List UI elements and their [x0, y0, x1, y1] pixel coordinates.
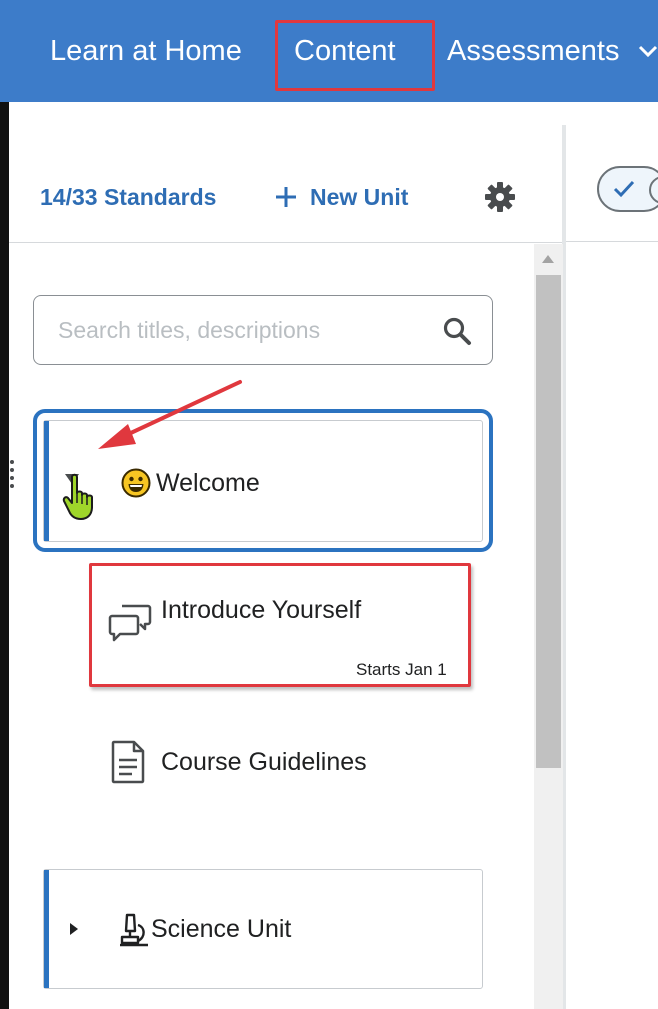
start-date-label: Starts Jan 1 [356, 660, 447, 679]
content-highlight-box [275, 20, 435, 91]
drag-handle-icon[interactable] [9, 458, 15, 490]
nav-assessments[interactable]: Assessments [447, 28, 619, 74]
hand-pointer-icon [62, 473, 93, 520]
checkmark-icon [613, 180, 635, 198]
red-arrow-icon [98, 380, 242, 449]
scroll-up-icon[interactable] [541, 254, 555, 264]
unit-accent-bar [44, 870, 49, 988]
discussion-icon [108, 604, 152, 642]
plus-icon [276, 187, 296, 207]
window-frame-left [0, 102, 9, 1009]
search-box [33, 295, 493, 365]
top-navigation-bar: Learn at Home Content Assessments [0, 0, 658, 102]
toggle-knob [649, 176, 658, 204]
unit-title: Science Unit [151, 915, 292, 943]
microscope-icon [120, 913, 148, 947]
search-icon[interactable] [442, 316, 472, 346]
nav-learn-at-home[interactable]: Learn at Home [50, 28, 242, 74]
unit-title: Welcome [156, 469, 260, 497]
smiley-icon [121, 468, 151, 498]
document-icon [111, 740, 145, 784]
topic-title[interactable]: Introduce Yourself [161, 592, 361, 628]
topic-title[interactable]: Course Guidelines [161, 744, 367, 780]
new-unit-label: New Unit [310, 183, 409, 210]
app-window: Learn at Home Content Assessments 14/33 … [0, 0, 658, 1009]
standards-link[interactable]: 14/33 Standards [40, 180, 216, 214]
gear-icon[interactable] [484, 181, 516, 213]
chevron-down-icon[interactable] [637, 40, 658, 62]
caret-right-icon[interactable] [69, 922, 79, 936]
search-input[interactable] [58, 310, 428, 350]
unit-accent-bar [44, 421, 49, 541]
right-pane-divider [566, 241, 658, 242]
scrollbar-thumb[interactable] [536, 275, 561, 768]
completion-toggle[interactable] [597, 166, 658, 212]
panel-divider [9, 242, 562, 243]
new-unit-button[interactable]: New Unit [274, 180, 408, 214]
